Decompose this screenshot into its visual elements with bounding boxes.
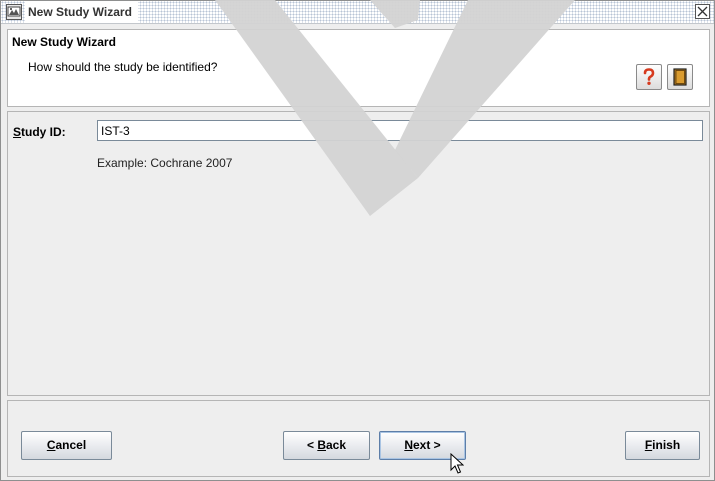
wizard-footer: Cancel < Back Next > Finish — [7, 400, 710, 477]
question-mark-icon — [643, 68, 655, 85]
close-icon[interactable] — [695, 4, 710, 19]
back-label: ack — [325, 438, 347, 452]
study-id-example: Example: Cochrane 2007 — [97, 156, 233, 170]
back-button[interactable]: < Back — [283, 431, 370, 460]
header-subtitle: How should the study be identified? — [28, 60, 218, 74]
wizard-app-icon — [6, 4, 22, 20]
wizard-content: Study ID: Example: Cochrane 2007 — [7, 111, 710, 396]
study-id-input[interactable] — [97, 120, 703, 141]
cancel-button[interactable]: Cancel — [21, 431, 112, 460]
cancel-label: ancel — [55, 438, 87, 452]
title-bar[interactable]: New Study Wizard — [1, 1, 714, 24]
study-id-label-mnemonic: S — [13, 125, 22, 139]
back-prefix: < — [306, 438, 318, 452]
header-title: New Study Wizard — [12, 35, 116, 49]
study-id-label-text: tudy ID: — [21, 125, 66, 139]
study-id-label: Study ID: — [13, 125, 66, 139]
back-mnemonic: B — [317, 438, 326, 452]
wizard-window: New Study Wizard New Study Wizard How sh… — [0, 0, 715, 481]
documentation-button[interactable] — [667, 64, 693, 90]
next-mnemonic: N — [404, 438, 413, 452]
book-icon — [673, 68, 687, 86]
mouse-pointer-icon — [450, 453, 464, 474]
next-label: ext > — [412, 438, 441, 452]
finish-label: inish — [652, 438, 681, 452]
wizard-header: New Study Wizard How should the study be… — [7, 29, 710, 107]
window-title: New Study Wizard — [25, 1, 138, 23]
finish-button[interactable]: Finish — [625, 431, 700, 460]
help-button[interactable] — [636, 64, 662, 90]
